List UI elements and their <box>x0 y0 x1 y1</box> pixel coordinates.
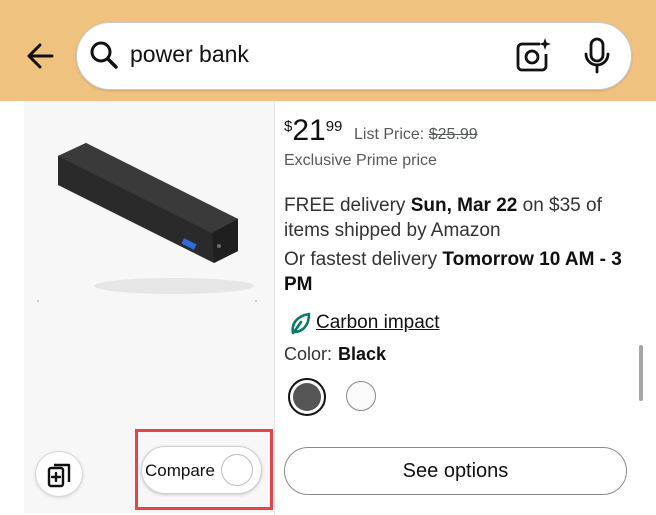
color-selector: Color: Black <box>284 344 386 365</box>
price-symbol: $ <box>284 118 293 135</box>
fastest-delivery: Or fastest delivery Tomorrow 10 AM - 3 P… <box>284 247 634 297</box>
list-price: List Price: $25.99 <box>354 126 478 144</box>
compare-checkbox[interactable] <box>221 454 253 486</box>
camera-lens-icon[interactable] <box>514 36 552 74</box>
color-label: Color: <box>284 344 333 364</box>
see-options-button[interactable]: See options <box>284 447 627 495</box>
color-value: Black <box>338 344 387 364</box>
color-swatch-white[interactable] <box>346 381 376 411</box>
prime-price-note: Exclusive Prime price <box>284 152 437 169</box>
fastest-prefix: Or fastest delivery <box>284 249 443 270</box>
swatch-fill <box>293 383 321 411</box>
price-fraction: 99 <box>325 118 343 135</box>
price: $2199 <box>284 114 342 150</box>
delivery-prefix: FREE delivery <box>284 195 411 216</box>
power-bank-image <box>37 143 257 302</box>
color-swatch-black[interactable] <box>288 378 326 416</box>
search-icon <box>90 41 118 69</box>
delivery-info: FREE delivery Sun, Mar 22 on $35 of item… <box>284 193 634 243</box>
microphone-icon[interactable] <box>582 36 612 76</box>
card-divider <box>274 101 275 515</box>
search-input[interactable]: power bank <box>130 41 249 68</box>
list-price-value: $25.99 <box>428 126 478 143</box>
scrollbar[interactable] <box>639 345 643 401</box>
list-price-label: List Price: <box>354 126 425 143</box>
compare-list-button[interactable] <box>35 451 83 497</box>
delivery-date: Sun, Mar 22 <box>410 195 518 216</box>
arrow-left-icon[interactable] <box>22 36 62 76</box>
carbon-impact-link[interactable]: Carbon impact <box>316 312 440 334</box>
leaf-icon <box>291 312 311 335</box>
compare-label: Compare <box>145 461 215 480</box>
compare-cards-icon <box>47 463 71 488</box>
price-whole: 21 <box>292 114 326 147</box>
